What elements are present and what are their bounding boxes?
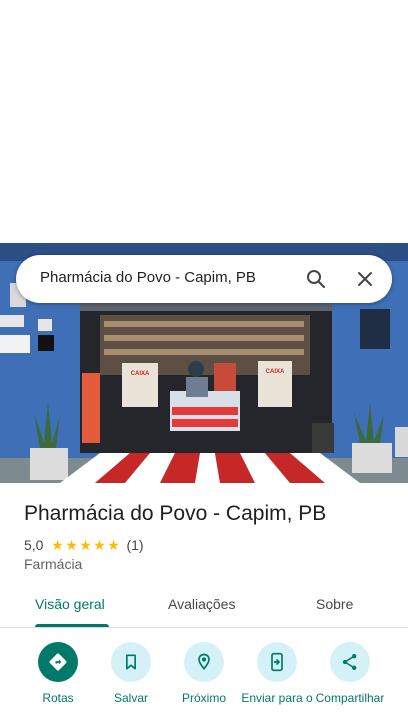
- share-icon: [342, 654, 357, 670]
- review-count[interactable]: (1): [126, 537, 143, 553]
- nearby-label: Próximo: [181, 691, 226, 705]
- star-icon: ★: [93, 537, 106, 553]
- tab-bar: Visão geral Avaliações Sobre: [0, 582, 408, 628]
- nearby-icon: [198, 653, 210, 670]
- directions-icon: [49, 653, 67, 671]
- directions-label: Rotas: [42, 691, 74, 705]
- search-icon[interactable]: [304, 267, 328, 291]
- save-button[interactable]: Salvar: [91, 640, 171, 705]
- star-rating: ★ ★ ★ ★ ★: [50, 538, 120, 552]
- tab-overview[interactable]: Visão geral: [35, 596, 105, 612]
- star-icon: ★: [51, 537, 64, 553]
- photo-sign-right: CAIXA: [266, 369, 285, 375]
- search-query[interactable]: Pharmácia do Povo - Capim, PB: [40, 269, 256, 286]
- tab-indicator: [35, 624, 109, 627]
- place-category: Farmácia: [24, 556, 83, 572]
- nearby-button[interactable]: Próximo: [164, 640, 244, 705]
- star-icon: ★: [65, 537, 78, 553]
- rating-value: 5,0: [24, 537, 44, 553]
- send-to-phone-label: Enviar para o: [241, 691, 313, 705]
- star-icon: ★: [107, 537, 120, 553]
- send-to-phone-button[interactable]: Enviar para o: [237, 640, 317, 705]
- share-button[interactable]: Compartilhar: [310, 640, 390, 705]
- tab-reviews[interactable]: Avaliações: [168, 596, 235, 612]
- save-label: Salvar: [113, 691, 148, 705]
- tab-about[interactable]: Sobre: [316, 596, 353, 612]
- photo-sign-left: CAIXA: [131, 371, 150, 377]
- send-to-phone-icon: [271, 652, 283, 672]
- place-title: Pharmácia do Povo - Capim, PB: [24, 502, 327, 525]
- close-icon[interactable]: [353, 267, 377, 291]
- share-label: Compartilhar: [315, 691, 385, 705]
- rating-row[interactable]: 5,0 ★ ★ ★ ★ ★ (1): [24, 536, 144, 554]
- bookmark-icon: [126, 654, 136, 670]
- search-bar[interactable]: Pharmácia do Povo - Capim, PB: [16, 255, 392, 303]
- action-bar: Rotas Salvar Próximo Enviar para o Compa…: [0, 640, 408, 726]
- directions-button[interactable]: Rotas: [18, 640, 98, 705]
- map-area[interactable]: [0, 0, 408, 243]
- star-icon: ★: [79, 537, 92, 553]
